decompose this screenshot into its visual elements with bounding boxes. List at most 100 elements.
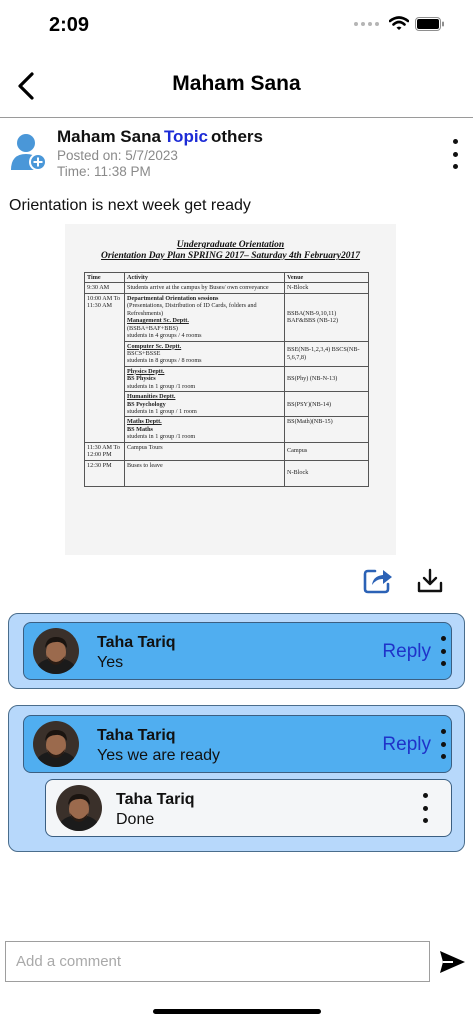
dept-groups: students in 4 groups / 4 rooms: [127, 332, 202, 340]
battery-icon: [415, 16, 444, 31]
post-text: Orientation is next week get ready: [9, 197, 251, 214]
table-cell: Buses to leave: [124, 459, 285, 487]
more-dot-icon: [422, 818, 428, 823]
dept-programs: (BSBA+BAF+BBS): [127, 324, 178, 332]
table-cell: 9:30 AM: [84, 282, 125, 294]
dept-programs: BSCS+BSSE: [127, 349, 161, 357]
post-attachment-image[interactable]: Undergraduate Orientation Orientation Da…: [65, 224, 396, 555]
comment-text: Yes we are ready: [97, 747, 221, 764]
post-author-line: Maham Sana Topic others: [57, 127, 263, 147]
comment-more-button[interactable]: [438, 636, 448, 666]
reply-button[interactable]: Reply: [382, 641, 431, 663]
table-row: 11:30 AM To 12:00 PM Campus Tours Campus: [84, 441, 369, 461]
more-dot-icon: [422, 805, 428, 811]
page-title: Maham Sana: [172, 72, 301, 95]
avatar: [56, 785, 102, 831]
table-cell: Campus: [284, 441, 369, 461]
more-dot-icon: [452, 164, 458, 169]
comment-author[interactable]: Taha Tariq: [97, 634, 176, 652]
download-icon[interactable]: [417, 568, 443, 594]
dept-name: Physics Deptt.: [127, 367, 165, 375]
table-cell: Maths Deptt. BS Maths students in 1 grou…: [124, 416, 285, 443]
dept-programs: BS Maths: [127, 425, 153, 433]
table-cell: 12:30 PM: [84, 459, 125, 487]
comment-author[interactable]: Taha Tariq: [97, 727, 176, 745]
comment-card: Taha Tariq Yes Reply: [23, 622, 452, 680]
nav-bar: Maham Sana: [0, 58, 473, 118]
more-dot-icon: [440, 729, 446, 734]
doc-title: Undergraduate Orientation: [176, 240, 285, 250]
reply-card: Taha Tariq Done: [45, 779, 452, 837]
table-header: Time: [84, 271, 125, 284]
more-dot-icon: [440, 648, 446, 654]
dept-programs: BS Psychology: [127, 400, 166, 408]
more-dot-icon: [440, 741, 446, 747]
comment-input[interactable]: [5, 941, 430, 982]
activity-detail: (Presentations, Distribution of ID Cards…: [127, 302, 257, 317]
status-bar: 2:09: [0, 0, 473, 54]
table-cell: BS(Math)(NB-15): [284, 416, 369, 443]
signal-dots-icon: [354, 21, 379, 26]
dept-name: Humanities Deptt.: [127, 393, 176, 401]
post-audience: others: [211, 127, 263, 146]
share-icon[interactable]: [363, 566, 393, 594]
table-header: Activity: [124, 271, 285, 284]
more-dot-icon: [452, 139, 458, 144]
table-cell: Humanities Deptt. BS Psychology students…: [124, 391, 285, 418]
comment-text: Yes: [97, 654, 124, 671]
more-dot-icon: [452, 151, 458, 157]
table-cell: BS(Phy) (NB-N-13): [284, 365, 369, 393]
table-cell: BS(PSY)(NB-14): [284, 391, 369, 418]
table-cell: Departmental Orientation sessions (Prese…: [124, 292, 285, 342]
reply-button[interactable]: Reply: [382, 734, 431, 756]
table-row: Maths Deptt. BS Maths students in 1 grou…: [85, 416, 369, 443]
dept-programs: BS Physics: [127, 375, 156, 383]
comment-more-button[interactable]: [438, 729, 448, 759]
table-row: 10:00 AM To 11:30 AM Departmental Orient…: [84, 292, 369, 443]
doc-subtitle: Orientation Day Plan SPRING 2017– Saturd…: [101, 251, 360, 261]
post-header: Maham Sana Topic others Posted on: 5/7/202…: [0, 118, 473, 188]
reply-text: Done: [116, 811, 155, 828]
table-header-row: Time Activity Venue: [84, 271, 369, 284]
more-dot-icon: [440, 661, 446, 666]
table-row: Computer Sc. Deptt. BSCS+BSSE students i…: [85, 340, 369, 367]
table-cell: Students arrive at the campus by Buses/ …: [124, 282, 285, 294]
post-time: Time: 11:38 PM: [57, 164, 151, 179]
post-more-button[interactable]: [447, 139, 463, 169]
table-cell: Physics Deptt. BS Physics students in 1 …: [124, 365, 285, 393]
comment-thread: Taha Tariq Yes we are ready Reply Taha T…: [8, 705, 465, 852]
default-avatar-icon: [11, 134, 47, 171]
home-indicator: [153, 1009, 321, 1014]
table-header: Venue: [284, 271, 369, 284]
status-time: 2:09: [49, 14, 90, 36]
activity-title: Departmental Orientation sessions: [127, 294, 219, 302]
dept-name: Management Sc. Deptt.: [127, 317, 189, 325]
table-cell: N-Block: [284, 459, 369, 487]
send-icon[interactable]: [437, 947, 467, 977]
dept-groups: students in 1 group /1 room: [127, 433, 196, 441]
reply-more-button[interactable]: [420, 793, 430, 823]
dept-name: Computer Sc. Deptt.: [127, 342, 182, 350]
table-cell: BSBA(NB-9,10,11) BAF&BBS (NB-12): [284, 292, 369, 342]
comment-thread: Taha Tariq Yes Reply: [8, 613, 465, 689]
comment-card: Taha Tariq Yes we are ready Reply: [23, 715, 452, 773]
avatar: [33, 628, 79, 674]
schedule-table: Time Activity Venue 9:30 AM Students arr…: [84, 271, 369, 487]
table-cell: 11:30 AM To 12:00 PM: [84, 441, 125, 461]
topic-label: Topic: [163, 127, 209, 146]
table-cell: Computer Sc. Deptt. BSCS+BSSE students i…: [124, 340, 285, 367]
table-row: Humanities Deptt. BS Psychology students…: [85, 391, 369, 418]
avatar: [33, 721, 79, 767]
more-dot-icon: [422, 793, 428, 798]
post-author[interactable]: Maham Sana: [57, 127, 161, 146]
status-icons: [354, 16, 445, 31]
more-dot-icon: [440, 636, 446, 641]
table-row: 12:30 PM Buses to leave N-Block: [84, 459, 369, 487]
table-cell: Campus Tours: [124, 441, 285, 461]
dept-groups: students in 8 groups / 8 rooms: [127, 357, 202, 365]
reply-author[interactable]: Taha Tariq: [116, 791, 195, 809]
table-cell: N-Block: [284, 282, 369, 294]
dept-name: Maths Deptt.: [127, 418, 162, 426]
table-cell: BSE(NB-1,2,3,4) BSCS(NB-5,6,7,8): [284, 340, 369, 367]
table-row: 9:30 AM Students arrive at the campus by…: [84, 282, 369, 294]
